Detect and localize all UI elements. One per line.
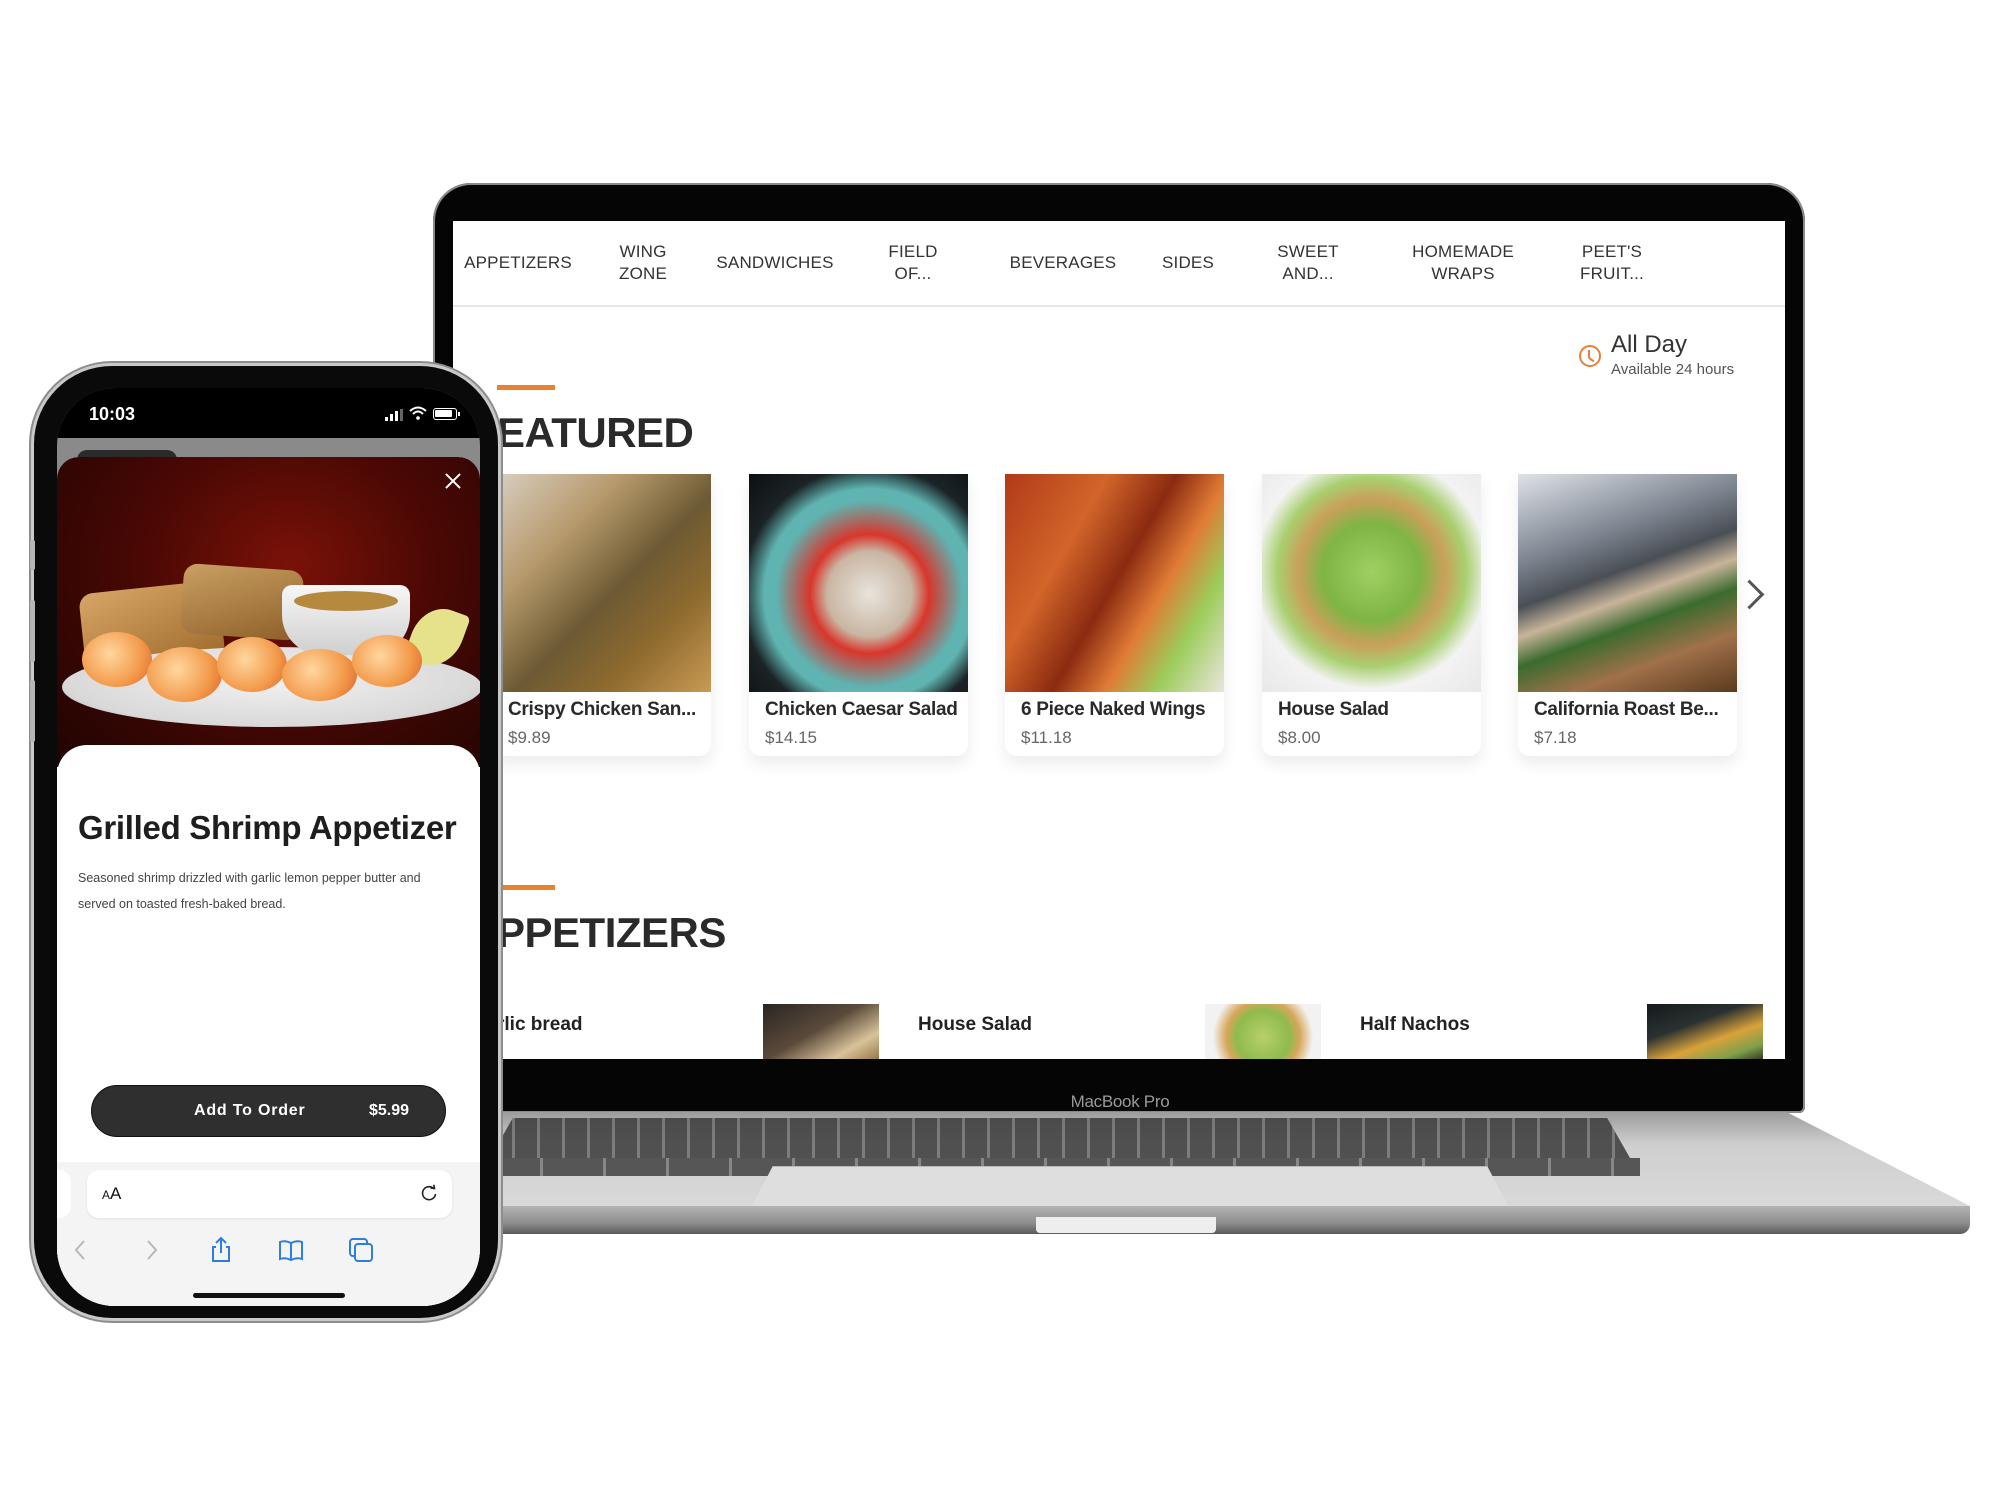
item-price: $11.18: [1021, 728, 1072, 747]
availability-indicator: All Day Available 24 hours: [1579, 331, 1749, 381]
tabs-icon[interactable]: [347, 1236, 375, 1264]
laptop-opening-notch: [1036, 1217, 1216, 1233]
category-tab-sweet-and[interactable]: SWEET AND...: [1263, 221, 1353, 305]
appetizer-name[interactable]: rlic bread: [497, 1014, 583, 1036]
notch: [207, 388, 357, 422]
macbook-brand-label: MacBook Pro: [1070, 1092, 1170, 1111]
item-name: California Roast Be...: [1534, 699, 1719, 720]
add-to-order-label: Add To Order: [194, 1102, 306, 1119]
chevron-right-icon[interactable]: [1735, 574, 1765, 618]
featured-card[interactable]: California Roast Be... $7.18: [1518, 474, 1737, 756]
item-price: $7.18: [1534, 728, 1577, 747]
keyboard: [490, 1118, 1630, 1158]
forward-icon[interactable]: [137, 1236, 165, 1264]
featured-card[interactable]: Chicken Caesar Salad $14.15: [749, 474, 968, 756]
appetizer-image[interactable]: [763, 1004, 879, 1059]
featured-carousel: Crispy Chicken San... $9.89 Chicken Caes…: [453, 474, 1785, 764]
food-image: [1262, 474, 1481, 692]
section-accent-bar: [497, 885, 555, 890]
section-title-featured: EATURED: [497, 409, 694, 456]
safari-toolbar: AA: [57, 1162, 480, 1306]
category-tab-field-of[interactable]: FIELD OF...: [873, 221, 953, 305]
category-tab-beverages[interactable]: BEVERAGES: [1003, 221, 1123, 305]
item-name: House Salad: [1278, 699, 1389, 720]
clock-icon: [1579, 345, 1601, 367]
food-photo-shrimp: [147, 647, 222, 702]
item-hero-image: [57, 457, 480, 767]
availability-subtitle: Available 24 hours: [1611, 361, 1735, 378]
item-price: $14.15: [765, 728, 817, 747]
availability-title: All Day: [1611, 331, 1688, 358]
add-to-order-price: $5.99: [368, 1102, 409, 1119]
item-price: $8.00: [1278, 728, 1321, 747]
food-photo-shrimp: [352, 635, 422, 687]
section-accent-bar: [497, 385, 555, 390]
food-photo-shrimp: [282, 649, 357, 701]
category-tab-sandwiches[interactable]: SANDWICHES: [715, 221, 835, 305]
reload-icon[interactable]: [420, 1184, 438, 1202]
wifi-icon: [409, 406, 427, 420]
add-to-order-button[interactable]: Add To Order $5.99: [91, 1085, 446, 1137]
item-description: Seasoned shrimp drizzled with garlic lem…: [78, 871, 421, 911]
laptop-screen: APPETIZERS WING ZONE SANDWICHES FIELD OF…: [453, 221, 1785, 1059]
appetizer-name[interactable]: Half Nachos: [1360, 1014, 1470, 1036]
item-price: $9.89: [508, 728, 551, 747]
previous-tab-edge[interactable]: [57, 1170, 71, 1218]
featured-card[interactable]: 6 Piece Naked Wings $11.18: [1005, 474, 1224, 756]
food-image: [1005, 474, 1224, 692]
trackpad: [750, 1166, 1510, 1210]
category-nav: APPETIZERS WING ZONE SANDWICHES FIELD OF…: [453, 221, 1785, 307]
phone-volume-up: [30, 600, 35, 662]
category-tab-homemade-wraps[interactable]: HOMEMADE WRAPS: [1403, 221, 1523, 305]
appetizers-list: rlic bread House Salad Half Nachos: [453, 1004, 1785, 1059]
food-image: [1518, 474, 1737, 692]
featured-card[interactable]: House Salad $8.00: [1262, 474, 1481, 756]
food-image: [492, 474, 711, 692]
item-title: Grilled Shrimp Appetizer: [78, 809, 457, 846]
battery-icon: [433, 408, 460, 420]
section-title-appetizers: PPETIZERS: [497, 909, 726, 956]
category-tab-peets-fruit[interactable]: PEET'S FRUIT...: [1567, 221, 1657, 305]
phone-silent-switch: [30, 540, 35, 570]
food-image: [749, 474, 968, 692]
home-indicator[interactable]: [193, 1293, 345, 1298]
food-photo-shrimp: [217, 637, 287, 692]
bookmarks-icon[interactable]: [277, 1236, 305, 1264]
status-bar: 10:03: [57, 388, 480, 438]
phone-screen: 10:03 Grilled Shrimp Appetizer Seasoned …: [57, 388, 480, 1306]
category-tab-wing-zone[interactable]: WING ZONE: [603, 221, 683, 305]
laptop-base: [440, 1112, 1970, 1236]
appetizer-image[interactable]: [1205, 1004, 1321, 1059]
status-time: 10:03: [89, 404, 136, 424]
address-bar[interactable]: AA: [87, 1170, 452, 1218]
category-tab-appetizers[interactable]: APPETIZERS: [464, 221, 572, 305]
appetizer-name[interactable]: House Salad: [918, 1014, 1032, 1036]
close-icon[interactable]: [440, 469, 466, 495]
appetizer-image[interactable]: [1647, 1004, 1763, 1059]
item-name: 6 Piece Naked Wings: [1021, 699, 1206, 720]
item-name: Crispy Chicken San...: [508, 699, 696, 720]
signal-icon: [385, 409, 403, 421]
category-tab-sides[interactable]: SIDES: [1153, 221, 1223, 305]
reader-settings-button[interactable]: AA: [102, 1184, 121, 1204]
featured-card[interactable]: Crispy Chicken San... $9.89: [492, 474, 711, 756]
back-icon[interactable]: [67, 1236, 95, 1264]
food-photo-shrimp: [82, 632, 152, 687]
share-icon[interactable]: [207, 1236, 235, 1264]
item-name: Chicken Caesar Salad: [765, 699, 958, 720]
phone-volume-down: [30, 680, 35, 742]
